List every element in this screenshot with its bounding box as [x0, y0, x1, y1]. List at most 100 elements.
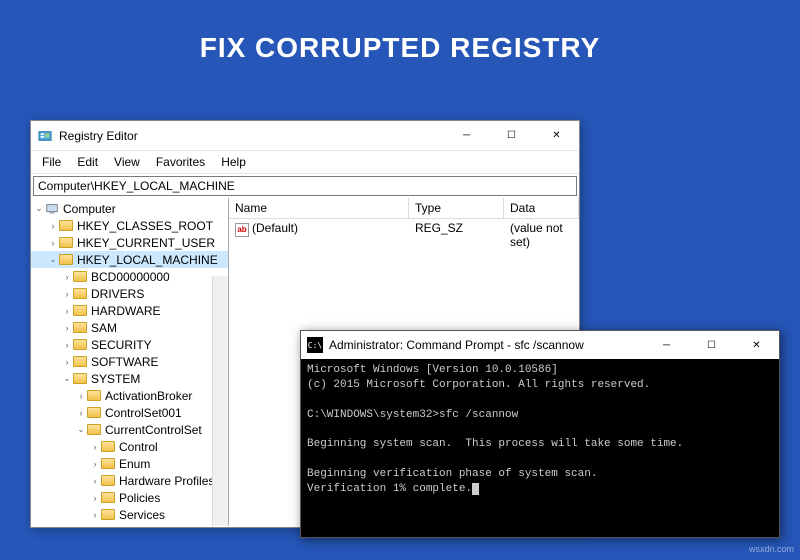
terminal-line: Verification 1% complete. — [307, 483, 472, 495]
tree-scrollbar[interactable] — [212, 276, 229, 526]
expand-toggle[interactable]: › — [89, 510, 101, 520]
column-type[interactable]: Type — [409, 198, 504, 218]
computer-icon — [45, 202, 61, 216]
folder-icon — [101, 440, 117, 454]
terminal-line: Microsoft Windows [Version 10.0.10586] — [307, 364, 558, 376]
expand-toggle[interactable]: ⌄ — [75, 424, 87, 435]
expand-toggle[interactable]: ⌄ — [47, 254, 59, 265]
column-data[interactable]: Data — [504, 198, 579, 218]
tree-node-hkcu[interactable]: ›HKEY_CURRENT_USER — [31, 234, 228, 251]
address-bar[interactable]: Computer\HKEY_LOCAL_MACHINE — [33, 176, 577, 196]
folder-icon — [73, 338, 89, 352]
tree-label: CurrentControlSet — [105, 423, 202, 437]
menu-favorites[interactable]: Favorites — [149, 153, 212, 171]
tree-node-services[interactable]: ›Services — [31, 506, 228, 523]
expand-toggle[interactable]: › — [75, 408, 87, 418]
terminal-line: C:\WINDOWS\system32>sfc /scannow — [307, 409, 518, 421]
tree-node-policies[interactable]: › Policies — [31, 489, 228, 506]
tree-node-hardware-profiles[interactable]: › Hardware Profiles — [31, 472, 228, 489]
expand-toggle[interactable]: › — [89, 442, 101, 452]
tree-label: Enum — [119, 457, 150, 471]
tree-node-activationbroker[interactable]: › ActivationBroker — [31, 387, 228, 404]
expand-toggle[interactable]: › — [61, 289, 73, 299]
terminal-line: Beginning verification phase of system s… — [307, 468, 597, 480]
tree-label: DRIVERS — [91, 287, 144, 301]
tree-node-security[interactable]: › SECURITY — [31, 336, 228, 353]
tree-label: HKEY_CLASSES_ROOT — [77, 219, 213, 233]
tree-label: HKEY_LOCAL_MACHINE — [77, 253, 218, 267]
menu-help[interactable]: Help — [214, 153, 253, 171]
command-prompt-window: C:\ Administrator: Command Prompt - sfc … — [300, 330, 780, 538]
folder-icon — [87, 406, 103, 420]
folder-icon — [101, 474, 117, 488]
cmd-icon: C:\ — [307, 337, 323, 353]
tree-label: SYSTEM — [91, 372, 140, 386]
expand-toggle[interactable]: › — [61, 323, 73, 333]
minimize-button[interactable]: ─ — [444, 121, 489, 151]
close-button[interactable]: ✕ — [734, 330, 779, 360]
expand-toggle[interactable]: › — [47, 238, 59, 248]
tree-label: SECURITY — [91, 338, 152, 352]
tree-node-sam[interactable]: ›SAM — [31, 319, 228, 336]
expand-toggle[interactable]: › — [89, 476, 101, 486]
expand-toggle[interactable]: › — [47, 221, 59, 231]
tree-node-hardware[interactable]: ›HARDWARE — [31, 302, 228, 319]
folder-icon — [73, 355, 89, 369]
tree-node-enum[interactable]: › Enum — [31, 455, 228, 472]
tree-label: ActivationBroker — [105, 389, 192, 403]
tree-label: Computer — [63, 202, 116, 216]
folder-icon — [73, 372, 89, 386]
menu-view[interactable]: View — [107, 153, 147, 171]
minimize-button[interactable]: ─ — [644, 330, 689, 360]
maximize-button[interactable]: ☐ — [489, 121, 534, 151]
tree-node-currentcontrolset[interactable]: ⌄ CurrentControlSet — [31, 421, 228, 438]
expand-toggle[interactable]: › — [89, 459, 101, 469]
tree-pane[interactable]: ⌄ Computer › HKEY_CLASSES_ROOT ›HKEY_CURR… — [31, 198, 229, 526]
list-row[interactable]: ab(Default) REG_SZ (value not set) — [229, 219, 579, 251]
tree-node-hkcr[interactable]: › HKEY_CLASSES_ROOT — [31, 217, 228, 234]
column-name[interactable]: Name — [229, 198, 409, 218]
titlebar[interactable]: C:\ Administrator: Command Prompt - sfc … — [301, 331, 779, 359]
menu-edit[interactable]: Edit — [70, 153, 105, 171]
terminal-output[interactable]: Microsoft Windows [Version 10.0.10586] (… — [301, 359, 779, 501]
tree-node-software[interactable]: ›SOFTWARE — [31, 353, 228, 370]
tree-node-control[interactable]: › Control — [31, 438, 228, 455]
expand-toggle[interactable]: › — [61, 306, 73, 316]
list-header: Name Type Data — [229, 198, 579, 219]
tree-node-hklm[interactable]: ⌄ HKEY_LOCAL_MACHINE — [31, 251, 228, 268]
window-title: Registry Editor — [59, 129, 444, 143]
folder-icon — [87, 423, 103, 437]
watermark: wsxdn.com — [749, 544, 794, 554]
tree-node-controlset001[interactable]: › ControlSet001 — [31, 404, 228, 421]
expand-toggle[interactable]: › — [89, 493, 101, 503]
expand-toggle[interactable]: › — [75, 391, 87, 401]
expand-toggle[interactable]: ⌄ — [33, 203, 45, 214]
expand-toggle[interactable]: ⌄ — [61, 373, 73, 384]
titlebar[interactable]: Registry Editor ─ ☐ ✕ — [31, 121, 579, 151]
value-type: REG_SZ — [409, 219, 504, 251]
value-data: (value not set) — [504, 219, 579, 251]
expand-toggle[interactable]: › — [61, 272, 73, 282]
folder-icon — [101, 508, 117, 522]
maximize-button[interactable]: ☐ — [689, 330, 734, 360]
close-button[interactable]: ✕ — [534, 121, 579, 151]
value-name: ab(Default) — [229, 219, 409, 251]
regedit-icon — [37, 128, 53, 144]
folder-icon — [101, 491, 117, 505]
folder-icon — [101, 457, 117, 471]
tree-node-computer[interactable]: ⌄ Computer — [31, 200, 228, 217]
tree-node-system[interactable]: ⌄ SYSTEM — [31, 370, 228, 387]
expand-toggle[interactable]: › — [61, 357, 73, 367]
tree-label: Control — [119, 440, 158, 454]
folder-icon — [87, 389, 103, 403]
menu-file[interactable]: File — [35, 153, 68, 171]
tree-label: Policies — [119, 491, 160, 505]
tree-label: ControlSet001 — [105, 406, 182, 420]
folder-icon — [59, 253, 75, 267]
tree-node-drivers[interactable]: › DRIVERS — [31, 285, 228, 302]
terminal-line: (c) 2015 Microsoft Corporation. All righ… — [307, 379, 650, 391]
expand-toggle[interactable]: › — [61, 340, 73, 350]
tree-label: Hardware Profiles — [119, 474, 214, 488]
tree-node-bcd[interactable]: ›BCD00000000 — [31, 268, 228, 285]
page-title: FIX CORRUPTED REGISTRY — [0, 0, 800, 88]
